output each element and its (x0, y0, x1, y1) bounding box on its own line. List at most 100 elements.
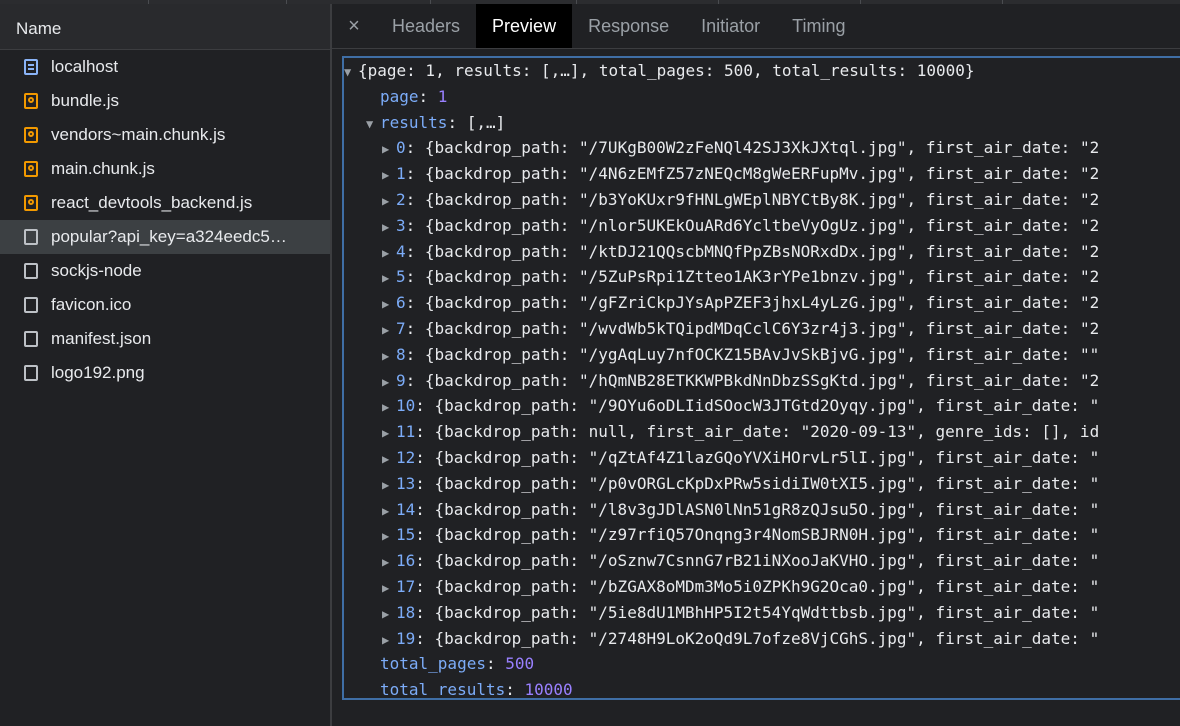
collapse-triangle-icon[interactable]: ▶ (382, 163, 396, 189)
name-column-header[interactable]: Name (0, 4, 330, 50)
json-object-summary: {backdrop_path: "/5ie8dU1MBhHP5I2t54YqWd… (434, 602, 1100, 622)
json-index: 5 (396, 267, 406, 287)
collapse-triangle-icon[interactable]: ▶ (382, 421, 396, 447)
collapse-triangle-icon[interactable]: ▶ (382, 550, 396, 576)
request-item[interactable]: popular?api_key=a324eedc5… (0, 220, 330, 254)
json-result-row[interactable]: ▶ 0: {backdrop_path: "/7UKgB00W2zFeNQl42S… (344, 135, 1180, 161)
file-icon (24, 263, 38, 279)
json-result-row[interactable]: ▶ 11: {backdrop_path: null, first_air_dat… (344, 419, 1180, 445)
json-result-row[interactable]: ▶ 12: {backdrop_path: "/qZtAf4Z1lazGQoYVX… (344, 445, 1180, 471)
collapse-triangle-icon[interactable]: ▶ (382, 447, 396, 473)
json-index: 0 (396, 138, 406, 158)
json-index: 9 (396, 370, 406, 390)
json-object-summary: {backdrop_path: "/p0vORGLcKpDxPRw5sidiIW… (434, 473, 1100, 493)
script-icon (24, 161, 38, 177)
script-icon (24, 93, 38, 109)
tab-initiator[interactable]: Initiator (685, 4, 776, 48)
json-result-row[interactable]: ▶ 19: {backdrop_path: "/2748H9LoK2oQd9L7o… (344, 626, 1180, 652)
json-object-summary: {backdrop_path: "/qZtAf4Z1lazGQoYVXiHOrv… (434, 447, 1100, 467)
json-result-row[interactable]: ▶ 15: {backdrop_path: "/z97rfiQ57Onqng3r4… (344, 522, 1180, 548)
collapse-triangle-icon[interactable]: ▶ (382, 395, 396, 421)
json-results-list: ▶ 0: {backdrop_path: "/7UKgB00W2zFeNQl42S… (344, 135, 1180, 651)
json-index: 1 (396, 164, 406, 184)
json-result-row[interactable]: ▶ 16: {backdrop_path: "/oSznw7CsnnG7rB21i… (344, 548, 1180, 574)
json-index: 4 (396, 241, 406, 261)
json-key: results (380, 112, 448, 132)
request-item[interactable]: favicon.ico (0, 288, 330, 322)
json-result-row[interactable]: ▶ 1: {backdrop_path: "/4N6zEMfZ57zNEQcM8g… (344, 161, 1180, 187)
json-object-summary: {backdrop_path: "/2748H9LoK2oQd9L7ofze8V… (434, 628, 1100, 648)
collapse-triangle-icon[interactable]: ▶ (382, 189, 396, 215)
json-result-row[interactable]: ▶ 4: {backdrop_path: "/ktDJ21QQscbMNQfPpZ… (344, 239, 1180, 265)
collapse-triangle-icon[interactable]: ▶ (382, 370, 396, 396)
json-result-row[interactable]: ▶ 6: {backdrop_path: "/gFZriCkpJYsApPZEF3… (344, 290, 1180, 316)
expand-triangle-icon[interactable]: ▼ (344, 60, 358, 86)
json-number: 10000 (524, 680, 573, 700)
collapse-triangle-icon[interactable]: ▶ (382, 473, 396, 499)
collapse-triangle-icon[interactable]: ▶ (382, 137, 396, 163)
details-pane: × Headers Preview Response Initiator Timing … (332, 4, 1180, 726)
collapse-triangle-icon[interactable]: ▶ (382, 628, 396, 654)
json-result-row[interactable]: ▶ 3: {backdrop_path: "/nlor5UKEkOuARd6Ycl… (344, 213, 1180, 239)
json-index: 11 (396, 422, 416, 442)
json-number: 1 (437, 86, 448, 106)
json-result-row[interactable]: ▶ 13: {backdrop_path: "/p0vORGLcKpDxPRw5s… (344, 471, 1180, 497)
collapse-triangle-icon[interactable]: ▶ (382, 241, 396, 267)
json-result-row[interactable]: ▶ 5: {backdrop_path: "/5ZuPsRpi1Ztteo1AK3… (344, 264, 1180, 290)
json-object-summary: {backdrop_path: "/b3YoKUxr9fHNLgWEplNBYC… (424, 189, 1100, 209)
json-object-summary: {backdrop_path: "/bZGAX8oMDm3Mo5i0ZPKh9G… (434, 576, 1100, 596)
file-icon (24, 331, 38, 347)
expand-triangle-icon[interactable]: ▼ (366, 112, 380, 138)
request-list-pane: Name localhost bundle.js vendors~main.chun… (0, 4, 330, 726)
collapse-triangle-icon[interactable]: ▶ (382, 576, 396, 602)
request-item[interactable]: manifest.json (0, 322, 330, 356)
request-name: react_devtools_backend.js (51, 193, 253, 212)
json-result-row[interactable]: ▶ 17: {backdrop_path: "/bZGAX8oMDm3Mo5i0Z… (344, 574, 1180, 600)
collapse-triangle-icon[interactable]: ▶ (382, 602, 396, 628)
json-object-summary: {backdrop_path: "/4N6zEMfZ57zNEQcM8gWeER… (424, 164, 1100, 184)
tab-response[interactable]: Response (572, 4, 685, 48)
collapse-triangle-icon[interactable]: ▶ (382, 318, 396, 344)
json-key: total_results (380, 680, 506, 700)
script-icon (24, 127, 38, 143)
request-item[interactable]: localhost (0, 50, 330, 84)
request-name: manifest.json (51, 329, 152, 348)
json-result-row[interactable]: ▶ 10: {backdrop_path: "/9OYu6oDLIidSOocW3… (344, 393, 1180, 419)
request-item[interactable]: main.chunk.js (0, 152, 330, 186)
request-item[interactable]: bundle.js (0, 84, 330, 118)
request-item[interactable]: sockjs-node (0, 254, 330, 288)
json-result-row[interactable]: ▶ 8: {backdrop_path: "/ygAqLuy7nfOCKZ15BA… (344, 342, 1180, 368)
json-result-row[interactable]: ▶ 14: {backdrop_path: "/l8v3gJDlASN0lNn51… (344, 497, 1180, 523)
request-item[interactable]: vendors~main.chunk.js (0, 118, 330, 152)
collapse-triangle-icon[interactable]: ▶ (382, 524, 396, 550)
json-index: 15 (396, 525, 416, 545)
tab-timing[interactable]: Timing (776, 4, 861, 48)
json-index: 17 (396, 576, 416, 596)
collapse-triangle-icon[interactable]: ▶ (382, 344, 396, 370)
json-result-row[interactable]: ▶ 7: {backdrop_path: "/wvdWb5kTQipdMDqCcl… (344, 316, 1180, 342)
json-object-summary: {backdrop_path: "/nlor5UKEkOuARd6YcltbeV… (424, 215, 1100, 235)
json-result-row[interactable]: ▶ 9: {backdrop_path: "/hQmNB28ETKKWPBkdNn… (344, 368, 1180, 394)
json-object-summary: {backdrop_path: "/l8v3gJDlASN0lNn51gR8zQ… (434, 499, 1100, 519)
json-result-row[interactable]: ▶ 2: {backdrop_path: "/b3YoKUxr9fHNLgWEpl… (344, 187, 1180, 213)
json-results-row[interactable]: ▼ results: [,…] (344, 110, 1180, 136)
tab-preview[interactable]: Preview (476, 4, 573, 48)
collapse-triangle-icon[interactable]: ▶ (382, 215, 396, 241)
json-object-summary: {backdrop_path: "/hQmNB28ETKKWPBkdNnDbzS… (424, 370, 1100, 390)
request-item[interactable]: react_devtools_backend.js (0, 186, 330, 220)
collapse-triangle-icon[interactable]: ▶ (382, 499, 396, 525)
json-result-row[interactable]: ▶ 18: {backdrop_path: "/5ie8dU1MBhHP5I2t5… (344, 600, 1180, 626)
request-name: main.chunk.js (51, 159, 155, 178)
close-icon[interactable]: × (332, 15, 376, 38)
file-icon (24, 365, 38, 381)
request-item[interactable]: logo192.png (0, 356, 330, 390)
json-object-summary: {backdrop_path: "/wvdWb5kTQipdMDqCclC6Y3… (424, 318, 1100, 338)
request-name: popular?api_key=a324eedc5… (51, 227, 287, 246)
json-root-summary[interactable]: ▼ {page: 1, results: [,…], total_pages: 5… (344, 58, 1180, 84)
json-index: 10 (396, 396, 416, 416)
collapse-triangle-icon[interactable]: ▶ (382, 266, 396, 292)
tab-headers[interactable]: Headers (376, 4, 476, 48)
collapse-triangle-icon[interactable]: ▶ (382, 292, 396, 318)
json-object-summary: {backdrop_path: null, first_air_date: "2… (434, 422, 1100, 442)
json-object-summary: {backdrop_path: "/oSznw7CsnnG7rB21iNXooJ… (434, 551, 1100, 571)
